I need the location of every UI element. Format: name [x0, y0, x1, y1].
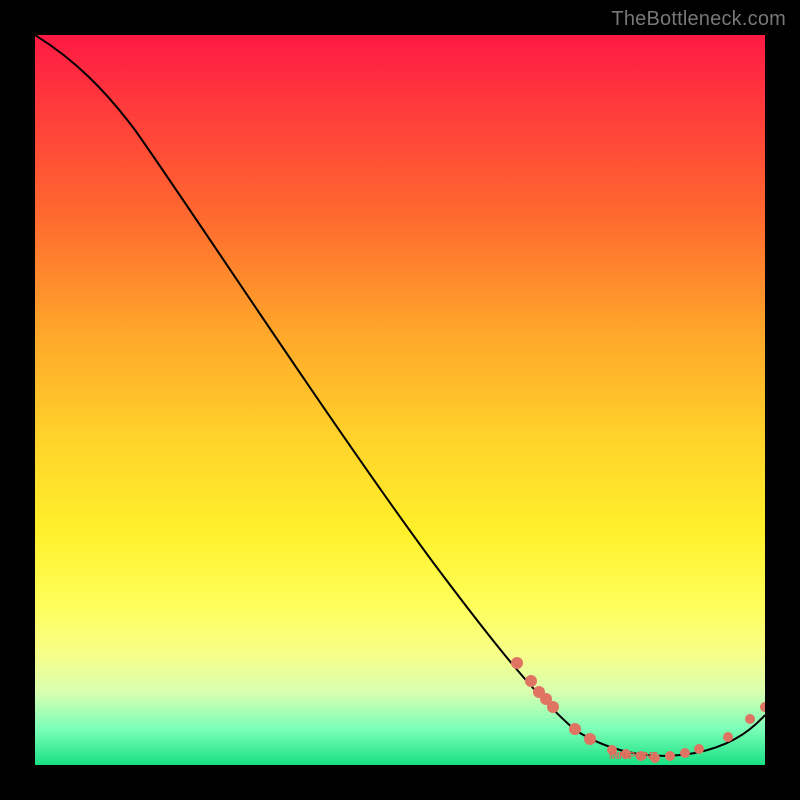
data-point [511, 657, 523, 669]
data-point [745, 714, 755, 724]
curve-markers [511, 657, 765, 763]
min-point-label: MIN-POINT [609, 751, 657, 762]
watermark-text: TheBottleneck.com [611, 8, 786, 31]
data-point [723, 732, 733, 742]
data-point [680, 748, 690, 758]
data-point [525, 675, 537, 687]
bottleneck-curve-svg: MIN-POINT [35, 35, 765, 765]
data-point [694, 744, 704, 754]
data-point [569, 723, 581, 735]
bottleneck-curve-line [35, 35, 765, 756]
chart-plot-area: MIN-POINT [35, 35, 765, 765]
data-point [665, 751, 675, 761]
data-point [760, 702, 765, 712]
data-point [547, 701, 559, 713]
data-point [584, 733, 596, 745]
